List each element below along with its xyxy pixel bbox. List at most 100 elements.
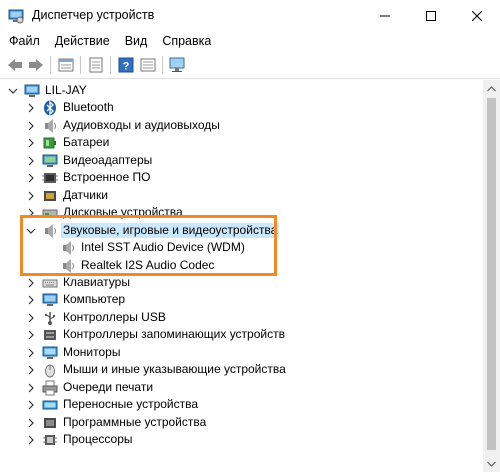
update-driver-button[interactable] — [86, 56, 106, 74]
tree-item-storage-controllers[interactable]: Контроллеры запоминающих устройств — [0, 326, 480, 343]
tree-item-usb-controllers[interactable]: Контроллеры USB — [0, 309, 480, 326]
maximize-button[interactable] — [408, 0, 454, 31]
tree-item-label: Контроллеры запоминающих устройств — [63, 327, 285, 341]
tree-root[interactable]: LIL-JAY — [0, 82, 480, 99]
help-button[interactable]: ? — [116, 56, 136, 74]
tree-item-print-queues[interactable]: Очереди печати — [0, 379, 480, 396]
window-title: Диспетчер устройств — [32, 8, 155, 22]
speaker-icon — [45, 224, 56, 238]
chevron-right-icon[interactable] — [26, 365, 36, 375]
tree-item-intel-sst-audio[interactable]: Intel SST Audio Device (WDM) — [0, 239, 480, 256]
tree-item-label: Intel SST Audio Device (WDM) — [81, 240, 245, 254]
update-driver-icon — [89, 57, 103, 73]
chevron-right-icon[interactable] — [26, 121, 36, 131]
chevron-right-icon[interactable] — [26, 156, 36, 166]
tree-item-label: Клавиатуры — [63, 275, 130, 289]
title-bar[interactable]: Диспетчер устройств — [0, 0, 500, 31]
chevron-right-icon[interactable] — [26, 383, 36, 393]
chevron-down-icon[interactable] — [26, 226, 36, 236]
forward-arrow-icon — [29, 59, 43, 71]
tree-item-firmware[interactable]: Встроенное ПО — [0, 169, 480, 186]
tree-root-label: LIL-JAY — [45, 83, 87, 97]
toolbar: ? — [0, 51, 500, 79]
tree-item-monitors[interactable]: Мониторы — [0, 344, 480, 361]
software-device-icon — [44, 418, 56, 428]
tree-item-audio-inputs-outputs[interactable]: Аудиовходы и аудиовыходы — [0, 117, 480, 134]
monitor-scan-icon — [169, 57, 185, 72]
tree-item-keyboards[interactable]: Клавиатуры — [0, 274, 480, 291]
tree-item-display-adapters[interactable]: Видеоадаптеры — [0, 152, 480, 169]
chevron-right-icon[interactable] — [26, 330, 36, 340]
speaker-icon — [63, 241, 74, 255]
disk-icon — [42, 209, 58, 218]
printer-icon — [42, 380, 58, 396]
chevron-right-icon[interactable] — [26, 400, 36, 410]
close-icon — [472, 10, 482, 21]
tree-item-label: Встроенное ПО — [63, 170, 151, 184]
back-button[interactable] — [5, 56, 25, 74]
tree-item-batteries[interactable]: Батареи — [0, 134, 480, 151]
scroll-up-button[interactable] — [483, 80, 500, 97]
tree-item-label: Дисковые устройства — [63, 205, 183, 219]
minimize-icon — [380, 15, 390, 16]
chevron-right-icon[interactable] — [26, 208, 36, 218]
chevron-right-icon[interactable] — [26, 191, 36, 201]
tree-item-label: Мониторы — [63, 345, 121, 359]
menu-help[interactable]: Справка — [162, 34, 211, 48]
speaker-icon — [63, 259, 74, 273]
tree-item-label: Батареи — [63, 135, 110, 149]
tree-item-label: Аудиовходы и аудиовыходы — [63, 118, 220, 132]
menu-file[interactable]: Файл — [9, 34, 40, 48]
computer-icon — [42, 293, 58, 306]
menu-bar: Файл Действие Вид Справка — [0, 31, 500, 51]
device-tree: LIL-JAY Bluetooth Аудиовходы и аудиовыхо… — [0, 80, 500, 472]
scroll-down-button[interactable] — [483, 455, 500, 472]
tree-item-software-devices[interactable]: Программные устройства — [0, 414, 480, 431]
properties-button[interactable] — [56, 56, 76, 74]
tree-item-portable-devices[interactable]: Переносные устройства — [0, 396, 480, 413]
chevron-right-icon[interactable] — [26, 103, 36, 113]
mouse-icon — [45, 364, 55, 378]
tree-item-disk-drives[interactable]: Дисковые устройства — [0, 204, 480, 221]
chevron-right-icon[interactable] — [26, 173, 36, 183]
close-button[interactable] — [454, 0, 500, 31]
chevron-right-icon[interactable] — [26, 435, 36, 445]
forward-button[interactable] — [26, 56, 46, 74]
chevron-right-icon[interactable] — [26, 313, 36, 323]
properties-icon — [58, 58, 74, 72]
chevron-right-icon[interactable] — [26, 295, 36, 305]
tree-item-label: Программные устройства — [63, 415, 207, 429]
tree-item-processors[interactable]: Процессоры — [0, 431, 480, 448]
help-icon: ? — [118, 57, 134, 73]
battery-icon — [43, 137, 56, 149]
maximize-icon — [426, 10, 436, 21]
tree-item-realtek-i2s[interactable]: Realtek I2S Audio Codec — [0, 257, 480, 274]
device-manager-icon — [8, 9, 24, 24]
back-arrow-icon — [8, 59, 22, 71]
minimize-button[interactable] — [362, 0, 408, 31]
computer-icon — [24, 84, 40, 97]
chevron-right-icon[interactable] — [26, 418, 36, 428]
tree-item-label: Переносные устройства — [63, 397, 199, 411]
menu-action[interactable]: Действие — [55, 34, 110, 48]
device-manager-window: Диспетчер устройств Файл Действие Вид Сп… — [0, 0, 500, 472]
chevron-down-icon[interactable] — [8, 86, 18, 96]
tree-item-sensors[interactable]: Датчики — [0, 187, 480, 204]
tree-item-computer[interactable]: Компьютер — [0, 291, 480, 308]
tree-item-label: Realtek I2S Audio Codec — [81, 258, 215, 272]
chevron-right-icon[interactable] — [26, 278, 36, 288]
processor-icon — [43, 435, 57, 445]
show-hidden-button[interactable] — [138, 56, 158, 74]
toolbar-separator — [50, 56, 51, 74]
chevron-right-icon[interactable] — [26, 348, 36, 358]
portable-device-icon — [42, 400, 58, 410]
tree-item-mice[interactable]: Мыши и иные указывающие устройства — [0, 361, 480, 378]
scan-hardware-button[interactable] — [168, 56, 188, 74]
scroll-thumb[interactable] — [487, 98, 496, 450]
usb-icon — [44, 312, 55, 325]
tree-item-bluetooth[interactable]: Bluetooth — [0, 99, 480, 116]
menu-view[interactable]: Вид — [125, 34, 148, 48]
vertical-scrollbar[interactable] — [483, 80, 500, 472]
tree-item-sound-video-game-controllers[interactable]: Звуковые, игровые и видеоустройства — [0, 222, 480, 239]
chevron-right-icon[interactable] — [26, 138, 36, 148]
